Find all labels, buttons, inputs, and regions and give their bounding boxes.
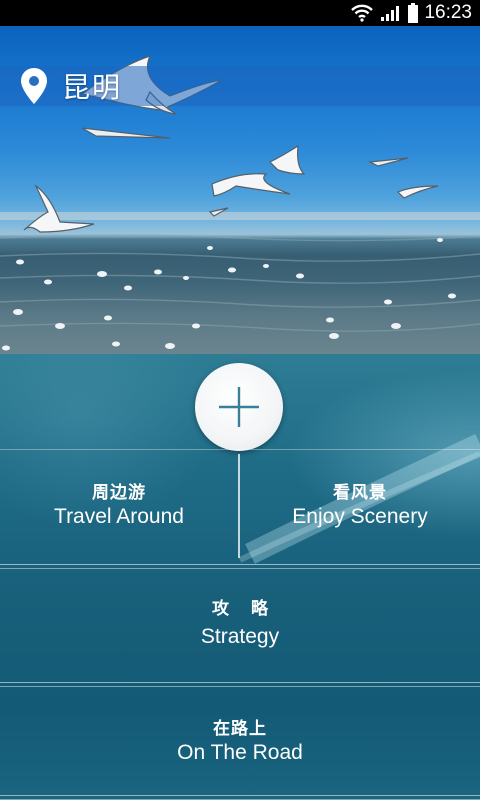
menu-item-travel-around[interactable]: 周边游 Travel Around	[0, 482, 238, 530]
menu-item-label-en: Strategy	[200, 625, 280, 648]
add-button[interactable]	[195, 363, 283, 451]
menu-item-enjoy-scenery[interactable]: 看风景 Enjoy Scenery	[240, 482, 480, 530]
status-bar: 16:23	[0, 0, 480, 26]
battery-icon	[408, 3, 419, 23]
menu-item-label-zh: 攻 略	[212, 599, 276, 619]
menu-item-label-en: On The Road	[177, 741, 303, 764]
city-name: 昆明	[62, 71, 123, 104]
divider	[0, 682, 480, 683]
location-bar[interactable]: 昆明	[0, 66, 480, 106]
divider	[0, 449, 480, 450]
menu-item-label-en: Travel Around	[54, 505, 184, 528]
menu-item-label-zh: 周边游	[92, 483, 146, 503]
hero-photo: 昆明	[0, 26, 480, 354]
menu-item-label-en: Enjoy Scenery	[292, 505, 428, 528]
menu-item-label-zh: 看风景	[333, 483, 387, 503]
menu-item-label-zh: 在路上	[213, 719, 267, 739]
wifi-icon	[351, 4, 374, 22]
clock: 16:23	[424, 2, 472, 23]
signal-icon	[381, 6, 400, 21]
menu-item-on-the-road[interactable]: 在路上 On The Road	[0, 718, 480, 766]
plus-icon	[219, 387, 259, 427]
menu-item-strategy[interactable]: 攻 略 Strategy	[0, 598, 480, 650]
divider	[0, 564, 480, 565]
divider	[0, 795, 480, 796]
menu-panel: 周边游 Travel Around 看风景 Enjoy Scenery 攻 略 …	[0, 354, 480, 800]
location-pin-icon	[21, 68, 47, 104]
